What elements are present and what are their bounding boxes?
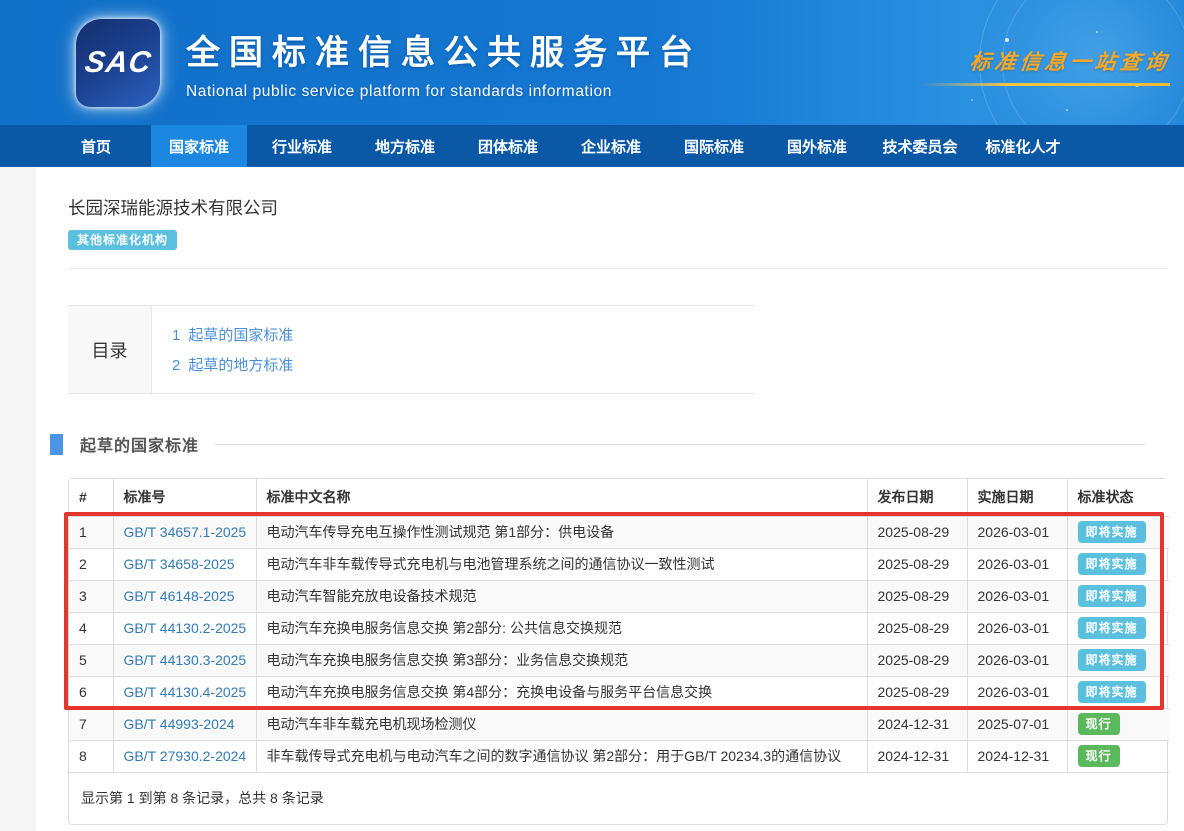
sac-logo[interactable]: SAC: [76, 19, 160, 107]
standard-name: 电动汽车传导充电互操作性测试规范 第1部分：供电设备: [256, 516, 867, 548]
implement-date: 2026-03-01: [967, 612, 1067, 644]
standards-table-wrapper: #标准号标准中文名称发布日期实施日期标准状态 1 GB/T 34657.1-202…: [68, 478, 1168, 825]
standard-code-link[interactable]: GB/T 34658-2025: [124, 556, 235, 572]
main-nav: 首页国家标准行业标准地方标准团体标准企业标准国际标准国外标准技术委员会标准化人才: [0, 125, 1184, 167]
row-index: 2: [69, 548, 113, 580]
nav-item-2[interactable]: 行业标准: [254, 125, 350, 167]
records-summary: 显示第 1 到第 8 条记录，总共 8 条记录: [69, 773, 1167, 824]
row-index: 4: [69, 612, 113, 644]
table-row: 3 GB/T 46148-2025 电动汽车智能充放电设备技术规范2025-08-2…: [69, 580, 1169, 612]
status-badge: 即将实施: [1078, 649, 1146, 671]
publish-date: 2025-08-29: [867, 644, 967, 676]
nav-item-6[interactable]: 国际标准: [666, 125, 762, 167]
status-badge: 即将实施: [1078, 617, 1146, 639]
table-row: 2 GB/T 34658-2025 电动汽车非车载传导式充电机与电池管理系统之间的通…: [69, 548, 1169, 580]
col-header-1: 标准号: [113, 479, 256, 516]
company-name: 长园深瑞能源技术有限公司: [68, 167, 1168, 220]
status-badge: 现行: [1078, 745, 1120, 767]
publish-date: 2025-08-29: [867, 516, 967, 548]
standard-name: 电动汽车充换电服务信息交换 第2部分: 公共信息交换规范: [256, 612, 867, 644]
col-header-0: #: [69, 479, 113, 516]
row-index: 1: [69, 516, 113, 548]
standard-name: 电动汽车充换电服务信息交换 第3部分：业务信息交换规范: [256, 644, 867, 676]
standard-code-link[interactable]: GB/T 46148-2025: [124, 588, 235, 604]
toc-block: 目录 1起草的国家标准2起草的地方标准: [68, 305, 755, 394]
row-index: 5: [69, 644, 113, 676]
standard-name: 电动汽车智能充放电设备技术规范: [256, 580, 867, 612]
implement-date: 2026-03-01: [967, 580, 1067, 612]
table-row: 6 GB/T 44130.4-2025 电动汽车充换电服务信息交换 第4部分：充换电…: [69, 676, 1169, 708]
nav-item-9[interactable]: 标准化人才: [975, 125, 1071, 167]
status-badge: 即将实施: [1078, 585, 1146, 607]
site-title: 全国标准信息公共服务平台: [186, 25, 702, 74]
row-index: 8: [69, 740, 113, 772]
company-type-badge: 其他标准化机构: [68, 230, 177, 250]
toc-label: 目录: [68, 306, 152, 393]
status-badge: 即将实施: [1078, 681, 1146, 703]
col-header-3: 发布日期: [867, 479, 967, 516]
implement-date: 2026-03-01: [967, 644, 1067, 676]
section-marker-icon: [50, 434, 63, 455]
toc-link-0[interactable]: 1起草的国家标准: [172, 321, 293, 351]
nav-item-7[interactable]: 国外标准: [769, 125, 865, 167]
standard-code-link[interactable]: GB/T 44130.4-2025: [124, 684, 247, 700]
standard-name: 电动汽车非车载传导式充电机与电池管理系统之间的通信协议一致性测试: [256, 548, 867, 580]
col-header-4: 实施日期: [967, 479, 1067, 516]
publish-date: 2024-12-31: [867, 740, 967, 772]
nav-item-4[interactable]: 团体标准: [460, 125, 556, 167]
table-row: 4 GB/T 44130.2-2025 电动汽车充换电服务信息交换 第2部分: 公共…: [69, 612, 1169, 644]
col-header-2: 标准中文名称: [256, 479, 867, 516]
implement-date: 2026-03-01: [967, 676, 1067, 708]
publish-date: 2024-12-31: [867, 708, 967, 740]
implement-date: 2024-12-31: [967, 740, 1067, 772]
section-title: 起草的国家标准: [80, 432, 199, 456]
sac-logo-text: SAC: [82, 46, 153, 80]
standard-code-link[interactable]: GB/T 27930.2-2024: [124, 748, 247, 764]
status-badge: 即将实施: [1078, 553, 1146, 575]
slogan-text: 标准信息一站查询: [918, 46, 1172, 76]
standard-name: 电动汽车充换电服务信息交换 第4部分：充换电设备与服务平台信息交换: [256, 676, 867, 708]
section-divider-line: [215, 444, 1145, 445]
standard-name: 非车载传导式充电机与电动汽车之间的数字通信协议 第2部分：用于GB/T 2023…: [256, 740, 867, 772]
nav-item-8[interactable]: 技术委员会: [872, 125, 968, 167]
publish-date: 2025-08-29: [867, 548, 967, 580]
standard-code-link[interactable]: GB/T 44130.3-2025: [124, 652, 247, 668]
table-row: 8 GB/T 27930.2-2024 非车载传导式充电机与电动汽车之间的数字通信协…: [69, 740, 1169, 772]
standard-code-link[interactable]: GB/T 44130.2-2025: [124, 620, 247, 636]
row-index: 3: [69, 580, 113, 612]
standard-code-link[interactable]: GB/T 44993-2024: [124, 716, 235, 732]
content-panel: 长园深瑞能源技术有限公司 其他标准化机构 目录 1起草的国家标准2起草的地方标准…: [36, 167, 1184, 831]
slogan-underline: [920, 83, 1170, 86]
publish-date: 2025-08-29: [867, 676, 967, 708]
table-row: 1 GB/T 34657.1-2025 电动汽车传导充电互操作性测试规范 第1部分：…: [69, 516, 1169, 548]
table-row: 5 GB/T 44130.3-2025 电动汽车充换电服务信息交换 第3部分：业务信…: [69, 644, 1169, 676]
table-row: 7 GB/T 44993-2024 电动汽车非车载充电机现场检测仪2024-12-3…: [69, 708, 1169, 740]
row-index: 7: [69, 708, 113, 740]
status-badge: 即将实施: [1078, 521, 1146, 543]
col-header-5: 标准状态: [1067, 479, 1169, 516]
status-badge: 现行: [1078, 713, 1120, 735]
toc-link-1[interactable]: 2起草的地方标准: [172, 351, 293, 381]
site-header: SAC 全国标准信息公共服务平台 National public service…: [0, 0, 1184, 125]
nav-item-0[interactable]: 首页: [48, 125, 144, 167]
row-index: 6: [69, 676, 113, 708]
nav-item-5[interactable]: 企业标准: [563, 125, 659, 167]
section-header: 起草的国家标准: [68, 432, 1168, 456]
standard-code-link[interactable]: GB/T 34657.1-2025: [124, 524, 247, 540]
implement-date: 2025-07-01: [967, 708, 1067, 740]
standard-name: 电动汽车非车载充电机现场检测仪: [256, 708, 867, 740]
implement-date: 2026-03-01: [967, 548, 1067, 580]
header-divider: [68, 268, 1168, 269]
toc-list: 1起草的国家标准2起草的地方标准: [152, 306, 293, 393]
publish-date: 2025-08-29: [867, 612, 967, 644]
nav-item-1[interactable]: 国家标准: [151, 125, 247, 167]
table-body: 1 GB/T 34657.1-2025 电动汽车传导充电互操作性测试规范 第1部分：…: [69, 516, 1169, 772]
publish-date: 2025-08-29: [867, 580, 967, 612]
implement-date: 2026-03-01: [967, 516, 1067, 548]
site-subtitle: National public service platform for sta…: [186, 83, 702, 101]
nav-item-3[interactable]: 地方标准: [357, 125, 453, 167]
standards-table: #标准号标准中文名称发布日期实施日期标准状态 1 GB/T 34657.1-202…: [69, 479, 1169, 773]
table-header-row: #标准号标准中文名称发布日期实施日期标准状态: [69, 479, 1169, 516]
